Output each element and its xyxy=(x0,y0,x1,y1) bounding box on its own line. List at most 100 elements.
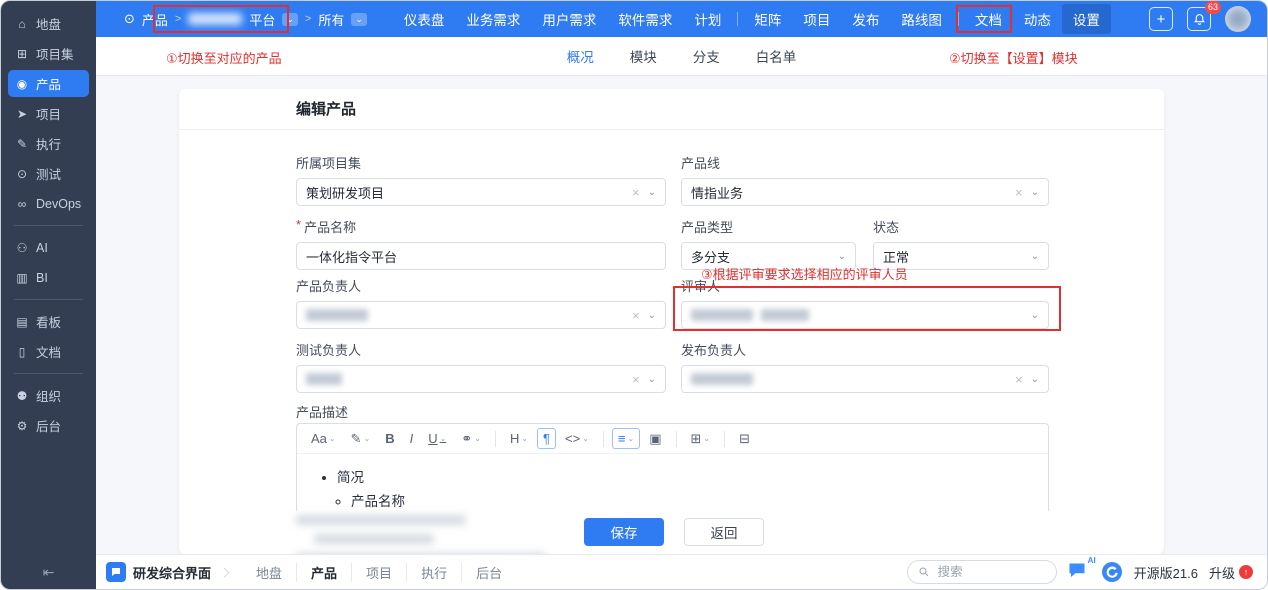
nav-item-project[interactable]: 项目 xyxy=(792,4,841,34)
sidebar-item-bi[interactable]: ▥BI xyxy=(8,264,89,291)
nav-item-roadmap[interactable]: 路线图 xyxy=(890,4,953,34)
bottom-tab-execution[interactable]: 执行 xyxy=(406,563,461,582)
field-product-line: 产品线 情指业务 × ⌄ xyxy=(681,153,1049,206)
nav-item-matrix[interactable]: 矩阵 xyxy=(743,4,792,34)
clear-icon[interactable]: × xyxy=(1015,185,1023,200)
bi-icon: ▥ xyxy=(15,271,29,285)
upgrade-link[interactable]: 升级↑ xyxy=(1209,563,1253,582)
breadcrumb-module[interactable]: 产品 xyxy=(142,10,168,29)
product-name-input[interactable] xyxy=(296,242,666,270)
chevron-down-icon: ⌄ xyxy=(703,434,710,443)
list-icon[interactable]: ≡⌄ xyxy=(612,428,640,449)
release-owner-select[interactable]: × ⌄ xyxy=(681,365,1049,393)
sidebar-item-devops[interactable]: ∞DevOps xyxy=(8,190,89,217)
sidebar-item-kanban[interactable]: ▤看板 xyxy=(8,308,89,335)
nav-item-business-req[interactable]: 业务需求 xyxy=(455,4,531,34)
sidebar-item-doc[interactable]: ▯文档 xyxy=(8,338,89,365)
nav-item-user-req[interactable]: 用户需求 xyxy=(531,4,607,34)
sidebar-divider xyxy=(14,225,83,226)
devops-icon: ∞ xyxy=(15,197,29,211)
required-asterisk: * xyxy=(296,217,301,236)
bottom-tab-project[interactable]: 项目 xyxy=(351,563,406,582)
sidebar-item-project-set[interactable]: ⊞项目集 xyxy=(8,40,89,67)
tab-branch[interactable]: 分支 xyxy=(693,46,720,66)
save-button[interactable]: 保存 xyxy=(584,518,664,546)
highlight-icon[interactable]: ✎⌄ xyxy=(345,428,377,450)
workspace-label[interactable]: 研发综合界面 xyxy=(133,563,211,582)
nav-item-software-req[interactable]: 软件需求 xyxy=(607,4,683,34)
italic-icon[interactable]: I xyxy=(404,428,420,449)
sidebar-item-label: 组织 xyxy=(36,386,61,405)
reviewers-select[interactable]: ⌄ xyxy=(681,301,1049,329)
back-button[interactable]: 返回 xyxy=(684,518,764,546)
sidebar-item-product[interactable]: ◉产品 xyxy=(8,70,89,97)
notifications-button[interactable]: 63 xyxy=(1187,7,1211,31)
table-icon[interactable]: ⊞⌄ xyxy=(685,428,717,450)
field-label: 产品线 xyxy=(681,153,1049,172)
sidebar-item-label: 项目集 xyxy=(36,44,74,63)
heading-icon[interactable]: H⌄ xyxy=(504,428,534,449)
zentao-logo[interactable] xyxy=(1101,561,1123,583)
chevron-down-icon: ⌄ xyxy=(648,187,656,198)
upgrade-badge-icon: ↑ xyxy=(1239,565,1253,579)
tab-overview[interactable]: 概况 xyxy=(567,46,594,66)
clear-icon[interactable]: × xyxy=(632,372,640,387)
create-button[interactable]: + xyxy=(1149,7,1173,31)
sidebar-item-execution[interactable]: ✎执行 xyxy=(8,130,89,157)
sidebar-item-ai[interactable]: ⚇AI xyxy=(8,234,89,261)
tab-whitelist[interactable]: 白名单 xyxy=(756,46,797,66)
clear-icon[interactable]: × xyxy=(632,308,640,323)
nav-item-settings[interactable]: 设置 xyxy=(1062,4,1111,34)
field-reviewers: 评审人 ⌄ xyxy=(681,276,1049,329)
tab-module[interactable]: 模块 xyxy=(630,46,657,66)
font-icon[interactable]: Aa⌄ xyxy=(305,428,342,449)
project-set-select[interactable]: 策划研发项目 × ⌄ xyxy=(296,178,666,206)
collapse-sidebar-icon[interactable]: ⇤ xyxy=(1,564,96,581)
nav-item-release[interactable]: 发布 xyxy=(841,4,890,34)
editor-bullet: 简况 xyxy=(337,466,1038,486)
clear-icon[interactable]: × xyxy=(632,185,640,200)
chevron-down-icon[interactable]: ⌄ xyxy=(282,13,298,26)
bottom-tab-admin[interactable]: 后台 xyxy=(461,563,516,582)
nav-item-dashboard[interactable]: 仪表盘 xyxy=(393,4,456,34)
paragraph-icon[interactable]: ¶ xyxy=(537,428,556,449)
status-select[interactable]: 正常 ⌄ xyxy=(873,242,1049,270)
nav-item-doc[interactable]: 文档 xyxy=(964,4,1013,34)
chevron-down-icon: ⌄ xyxy=(1031,187,1039,198)
bold-icon[interactable]: B xyxy=(379,428,400,449)
nav-item-plan[interactable]: 计划 xyxy=(683,4,732,34)
chevron-down-icon: ⌄ xyxy=(648,310,656,321)
product-line-select[interactable]: 情指业务 × ⌄ xyxy=(681,178,1049,206)
clear-icon[interactable]: × xyxy=(1015,372,1023,387)
sidebar-item-project[interactable]: ➤项目 xyxy=(8,100,89,127)
test-owner-select[interactable]: × ⌄ xyxy=(296,365,666,393)
link-icon[interactable]: ⚭⌄ xyxy=(455,428,487,450)
workspace-chat-icon[interactable] xyxy=(106,562,126,582)
breadcrumb-scope[interactable]: 所有 xyxy=(318,10,344,29)
global-search[interactable] xyxy=(907,560,1057,584)
bottom-tab-home[interactable]: 地盘 xyxy=(242,563,296,582)
bottom-tab-product[interactable]: 产品 xyxy=(296,563,351,582)
search-input[interactable] xyxy=(936,564,1036,580)
editor-content[interactable]: 简况 产品名称 xyxy=(297,454,1048,510)
image-icon[interactable]: ▣ xyxy=(643,428,667,450)
ai-assistant-icon[interactable]: AI xyxy=(1068,562,1086,582)
chevron-down-icon[interactable]: ⌄ xyxy=(351,13,367,26)
sidebar-item-home[interactable]: ⌂地盘 xyxy=(8,10,89,37)
avatar[interactable] xyxy=(1225,6,1251,32)
divider-block-icon[interactable]: ⊟ xyxy=(733,428,756,450)
version-label: 开源版21.6 xyxy=(1134,563,1198,582)
underline-icon[interactable]: U⌄ xyxy=(422,428,452,449)
nav-item-dynamic[interactable]: 动态 xyxy=(1013,4,1062,34)
product-owner-select[interactable]: × ⌄ xyxy=(296,301,666,329)
description-editor[interactable]: Aa⌄ ✎⌄ B I U⌄ ⚭⌄ H⌄ ¶ <>⌄ ≡⌄ ▣ ⊞⌄ ⊟ xyxy=(296,423,1049,511)
sidebar-item-admin[interactable]: ⚙后台 xyxy=(8,412,89,439)
code-icon[interactable]: <>⌄ xyxy=(559,428,595,449)
bell-icon xyxy=(1193,13,1206,26)
product-type-select[interactable]: 多分支 ⌄ xyxy=(681,242,856,270)
toolbar-divider xyxy=(495,431,496,447)
sidebar-item-org[interactable]: ⚉组织 xyxy=(8,382,89,409)
breadcrumb-product[interactable]: 平台 xyxy=(249,10,275,29)
field-label: 发布负责人 xyxy=(681,340,1049,359)
sidebar-item-test[interactable]: ⊙测试 xyxy=(8,160,89,187)
